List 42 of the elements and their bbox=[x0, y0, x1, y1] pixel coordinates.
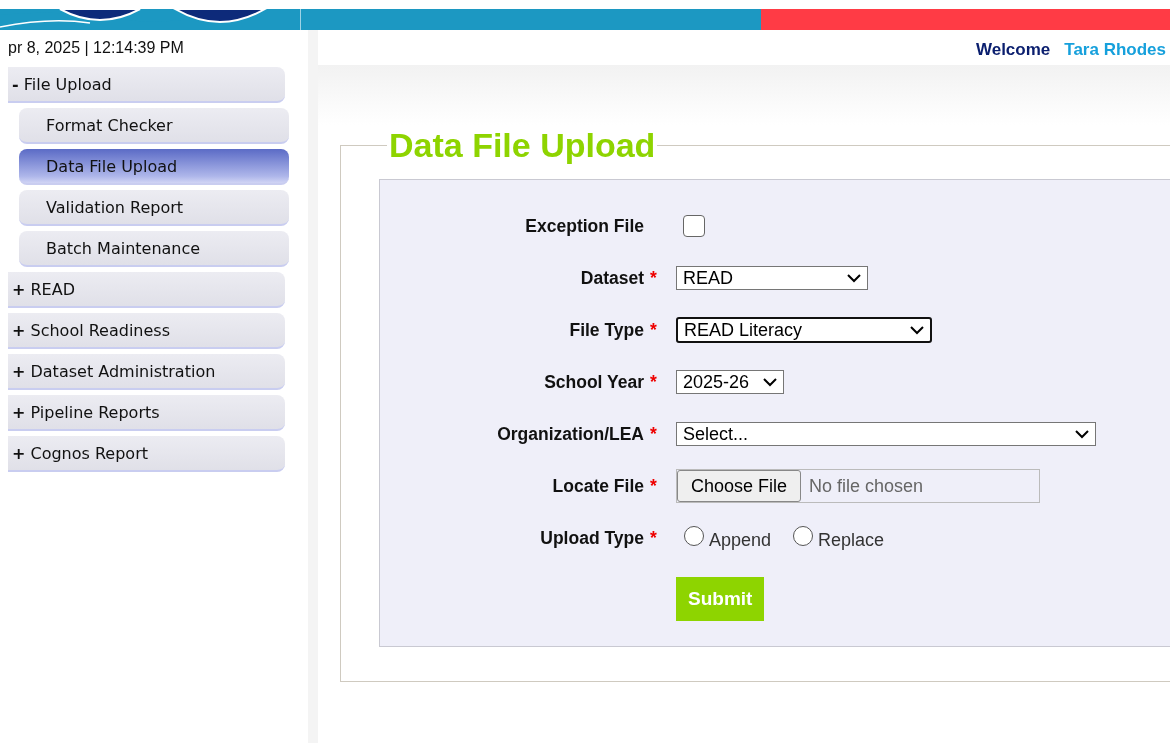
chevron-down-icon bbox=[763, 377, 777, 387]
select-dropdown[interactable]: READ bbox=[676, 266, 868, 290]
select-dropdown[interactable]: Select... bbox=[676, 422, 1096, 446]
radio-button[interactable] bbox=[684, 525, 704, 546]
field-label: Organization/LEA bbox=[497, 423, 644, 445]
field-label: File Type bbox=[569, 319, 644, 341]
sidebar-item[interactable]: + Cognos Report bbox=[8, 436, 285, 472]
field-label: Upload Type bbox=[540, 527, 644, 549]
sidebar-subitem[interactable]: Validation Report bbox=[19, 190, 289, 226]
date-time: pr 8, 2025 | 12:14:39 PM bbox=[7, 39, 185, 57]
sidebar-subitem[interactable]: Batch Maintenance bbox=[19, 231, 289, 267]
required-mark: * bbox=[650, 475, 658, 497]
field-label: Dataset bbox=[580, 267, 644, 289]
radio-label: Replace bbox=[818, 529, 885, 551]
field-label: Exception File bbox=[525, 215, 644, 237]
required-mark: * bbox=[650, 319, 658, 341]
chevron-down-icon bbox=[910, 325, 924, 335]
required-mark: * bbox=[650, 371, 658, 393]
file-status: No file chosen bbox=[809, 475, 924, 497]
required-mark: * bbox=[650, 267, 658, 289]
radio-label: Append bbox=[709, 529, 772, 551]
chevron-down-icon bbox=[847, 273, 861, 283]
field-label: School Year bbox=[544, 371, 644, 393]
field-label: Locate File bbox=[552, 475, 644, 497]
sidebar-item[interactable]: + READ bbox=[8, 272, 285, 308]
select-dropdown[interactable]: READ Literacy bbox=[676, 317, 932, 343]
choose-file-button[interactable]: Choose File bbox=[677, 470, 802, 502]
sidebar-item[interactable]: + Dataset Administration bbox=[8, 354, 285, 390]
checkbox[interactable] bbox=[683, 215, 705, 237]
sidebar-subitem[interactable]: Data File Upload bbox=[19, 149, 289, 185]
sidebar-subitem[interactable]: Format Checker bbox=[19, 108, 289, 144]
select-dropdown[interactable]: 2025-26 bbox=[676, 370, 784, 394]
sidebar-item[interactable]: + Pipeline Reports bbox=[8, 395, 285, 431]
form-title: Data File Upload bbox=[388, 126, 657, 165]
radio-button[interactable] bbox=[793, 525, 814, 546]
sidebar-item[interactable]: - File Upload bbox=[8, 67, 285, 103]
welcome-label: Welcome bbox=[975, 39, 1051, 60]
file-input[interactable]: Choose File No file chosen bbox=[676, 469, 1040, 503]
required-mark: * bbox=[650, 423, 658, 445]
sidebar-item[interactable]: + School Readiness bbox=[8, 313, 285, 349]
required-mark: * bbox=[650, 527, 658, 549]
chevron-down-icon bbox=[1075, 429, 1089, 439]
